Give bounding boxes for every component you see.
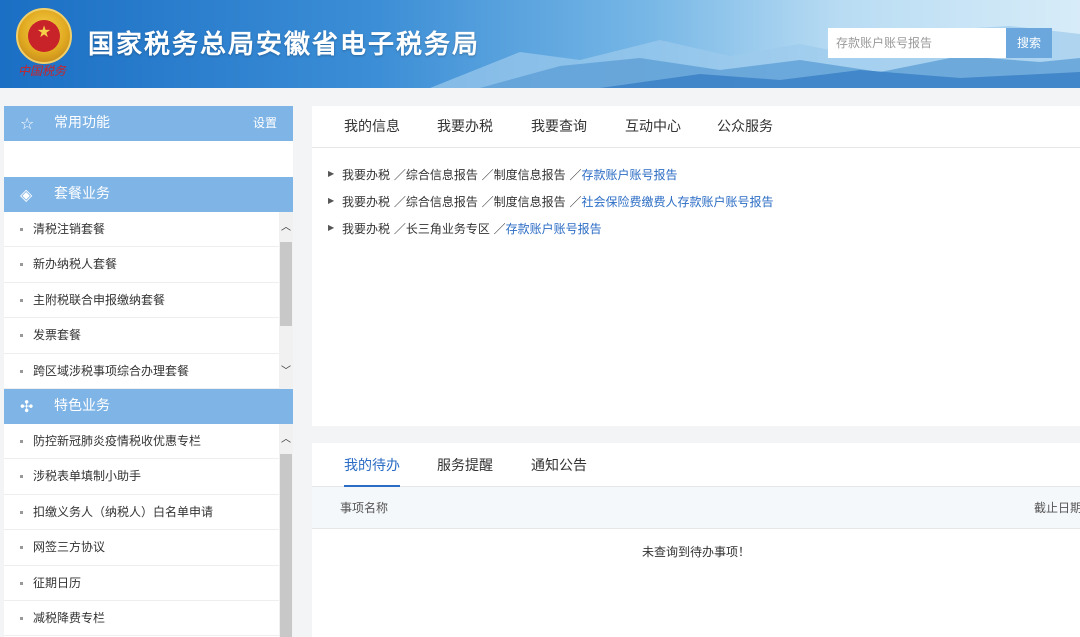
result-link[interactable]: 存款账户账号报告 [506,222,602,236]
package-business-header[interactable]: ◈ 套餐业务 [4,177,293,212]
sidebar-item[interactable]: 主附税联合申报缴纳套餐 [4,283,279,319]
sidebar-item[interactable]: 新办纳税人套餐 [4,247,279,283]
column-header-deadline: 截止日期 [1034,501,1080,515]
scroll-thumb[interactable] [280,242,292,326]
tab-my-info[interactable]: 我的信息 [344,106,400,148]
todo-tabs: 我的待办 服务提醒 通知公告 [312,443,1080,487]
sidebar: ☆ 常用功能 设置 ◈ 套餐业务 清税注销套餐 新办纳税人套餐 主附税联合申报缴… [4,106,293,637]
triangle-right-icon: ▶ [328,196,335,205]
empty-state-text: 未查询到待办事项！ [641,545,750,559]
todo-table-header: 事项名称 截止日期 [312,487,1080,529]
sidebar-item[interactable]: 征期日历 [4,566,279,601]
result-item: ▶ 我要办税 ／综合信息报告 ／制度信息报告 ／存款账户账号报告 [312,166,1080,193]
common-functions-header[interactable]: ☆ 常用功能 设置 [4,106,293,141]
result-path: 我要办税 ／综合信息报告 ／制度信息报告 ／ [342,195,582,209]
result-link[interactable]: 存款账户账号报告 [581,168,677,182]
sidebar-item[interactable]: 网签三方协议 [4,530,279,566]
todo-panel: 我的待办 服务提醒 通知公告 事项名称 截止日期 未查询到待办事项！ [312,443,1080,637]
sidebar-item[interactable]: 发票套餐 [4,318,279,354]
layers-icon: ◈ [20,185,33,204]
sidebar-item[interactable]: 清税注销套餐 [4,212,279,248]
sidebar-item[interactable]: 防控新冠肺炎疫情税收优惠专栏 [4,424,279,460]
sidebar-item[interactable]: 涉税表单填制小助手 [4,459,279,495]
tab-interaction[interactable]: 互动中心 [625,106,681,148]
tax-emblem-icon: ★ [16,8,72,64]
common-functions-list [4,141,293,177]
main-nav-tabs: 我的信息 我要办税 我要查询 互动中心 公众服务 [312,106,1080,148]
common-functions-label: 常用功能 [54,115,110,131]
tab-handle-tax[interactable]: 我要办税 [437,106,493,148]
special-business-header[interactable]: ✣ 特色业务 [4,389,293,424]
result-item: ▶ 我要办税 ／长三角业务专区 ／存款账户账号报告 [312,220,1080,247]
package-scrollbar[interactable]: ︿ ﹀ [279,212,293,389]
search-button[interactable]: 搜索 [1006,28,1052,58]
tab-notice[interactable]: 通知公告 [531,443,587,487]
special-business-label: 特色业务 [54,398,110,414]
special-scrollbar[interactable]: ︿ [279,424,293,637]
result-path: 我要办税 ／长三角业务专区 ／ [342,222,506,236]
grid-flower-icon: ✣ [20,397,34,416]
tab-public-service[interactable]: 公众服务 [717,106,773,148]
sidebar-item[interactable]: 减税降费专栏 [4,601,279,637]
site-header: ★ 中国税务 国家税务总局安徽省电子税务局 搜索 [0,0,1080,88]
triangle-right-icon: ▶ [328,169,335,178]
search-input[interactable] [828,28,1006,58]
tab-query[interactable]: 我要查询 [531,106,587,148]
result-path: 我要办税 ／综合信息报告 ／制度信息报告 ／ [342,168,582,182]
result-item: ▶ 我要办税 ／综合信息报告 ／制度信息报告 ／社会保险费缴费人存款账户账号报告 [312,193,1080,220]
scroll-up-icon[interactable]: ︿ [279,218,293,233]
search-results-panel: 我的信息 我要办税 我要查询 互动中心 公众服务 ▶ 我要办税 ／综合信息报告 … [312,106,1080,426]
scroll-up-icon[interactable]: ︿ [279,430,293,445]
result-link[interactable]: 社会保险费缴费人存款账户账号报告 [581,195,773,209]
tab-service-reminder[interactable]: 服务提醒 [437,443,493,487]
package-business-label: 套餐业务 [54,186,110,202]
special-business-list: 防控新冠肺炎疫情税收优惠专栏 涉税表单填制小助手 扣缴义务人（纳税人）白名单申请… [4,424,293,637]
settings-link[interactable]: 设置 [253,106,277,141]
sidebar-item[interactable]: 跨区域涉税事项综合办理套餐 [4,354,279,389]
scroll-down-icon[interactable]: ﹀ [279,362,293,377]
scroll-thumb[interactable] [280,454,292,637]
search-results-list: ▶ 我要办税 ／综合信息报告 ／制度信息报告 ／存款账户账号报告 ▶ 我要办税 … [312,148,1080,247]
triangle-right-icon: ▶ [328,223,335,232]
star-outline-icon: ☆ [20,114,35,133]
package-business-list: 清税注销套餐 新办纳税人套餐 主附税联合申报缴纳套餐 发票套餐 跨区域涉税事项综… [4,212,293,389]
site-title: 国家税务总局安徽省电子税务局 [88,30,481,60]
column-header-name: 事项名称 [340,501,389,515]
emblem-caption: 中国税务 [18,64,67,78]
sidebar-item[interactable]: 扣缴义务人（纳税人）白名单申请 [4,495,279,531]
tab-my-todo[interactable]: 我的待办 [344,443,400,487]
